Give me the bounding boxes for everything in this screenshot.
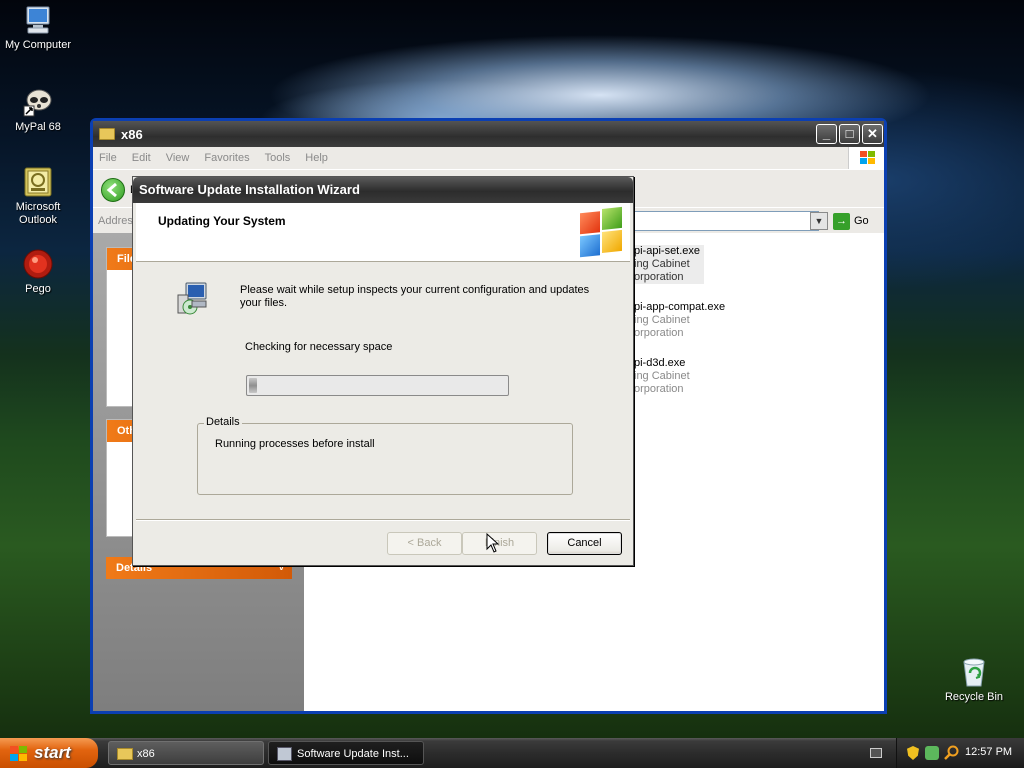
start-button[interactable]: start xyxy=(0,738,98,768)
search-icon[interactable] xyxy=(944,745,959,760)
file-type: ing Cabinet xyxy=(634,258,690,270)
minimize-button[interactable]: _ xyxy=(816,124,837,144)
address-field[interactable] xyxy=(633,211,819,231)
desktop-icon-label: Recycle Bin xyxy=(944,691,1004,703)
address-dropdown-button[interactable]: ▼ xyxy=(810,212,828,230)
file-type: ing Cabinet xyxy=(634,370,690,382)
go-arrow-icon: → xyxy=(833,212,850,230)
keyboard-icon[interactable] xyxy=(870,748,882,758)
folder-icon xyxy=(99,128,115,140)
pego-icon xyxy=(22,248,54,280)
installation-wizard-dialog: Software Update Installation Wizard Upda… xyxy=(132,176,634,566)
go-label: Go xyxy=(854,215,869,227)
file-name: pi-api-set.exe xyxy=(634,245,701,257)
desktop-icon-recycle-bin[interactable]: Recycle Bin xyxy=(936,656,1012,704)
taskbar-item-wizard[interactable]: Software Update Inst... xyxy=(268,741,424,765)
address-label: Addres xyxy=(98,214,133,227)
folder-icon xyxy=(117,748,133,760)
back-wizard-button[interactable]: < Back xyxy=(387,532,462,555)
go-button[interactable]: → Go xyxy=(833,211,869,231)
windows-logo-icon xyxy=(580,206,624,258)
menu-help[interactable]: Help xyxy=(305,152,328,164)
menu-edit[interactable]: Edit xyxy=(132,152,151,164)
menu-view[interactable]: View xyxy=(166,152,190,164)
file-item[interactable]: pi-d3d.exe ing Cabinet orporation xyxy=(634,357,690,396)
progress-bar xyxy=(246,375,509,396)
wizard-message: Please wait while setup inspects your cu… xyxy=(240,284,590,309)
file-company: orporation xyxy=(634,383,684,395)
taskbar-item-x86[interactable]: x86 xyxy=(108,741,264,765)
setup-icon xyxy=(277,747,292,761)
file-type: ing Cabinet xyxy=(634,314,690,326)
wizard-status-text: Checking for necessary space xyxy=(245,341,393,353)
back-arrow-icon xyxy=(106,182,117,198)
menu-bar: File Edit View Favorites Tools Help xyxy=(93,147,884,169)
file-name: pi-app-compat.exe xyxy=(634,301,726,313)
mouse-cursor-icon xyxy=(486,532,500,553)
desktop-icon-outlook[interactable]: Microsoft Outlook xyxy=(0,166,76,227)
clock: 12:57 PM xyxy=(965,746,1013,758)
desktop-icon-label: MyPal 68 xyxy=(15,121,61,133)
taskbar-item-label: x86 xyxy=(137,748,155,760)
wizard-body: Please wait while setup inspects your cu… xyxy=(136,263,630,519)
network-icon[interactable] xyxy=(925,746,939,760)
outlook-icon xyxy=(22,166,54,198)
desktop-icon-pego[interactable]: Pego xyxy=(0,248,76,296)
start-label: start xyxy=(34,743,71,762)
wizard-header: Updating Your System xyxy=(136,203,630,262)
file-item[interactable]: pi-api-set.exe ing Cabinet orporation xyxy=(634,245,705,284)
taskbar: start x86 Software Update Inst... 12:57 … xyxy=(0,738,1024,768)
desktop: My Computer MyPal 68 Microsoft Outlook P… xyxy=(0,0,1024,738)
back-button[interactable] xyxy=(101,178,125,202)
mypal-icon xyxy=(22,86,54,118)
recycle-bin-icon xyxy=(958,656,990,688)
cancel-button[interactable]: Cancel xyxy=(547,532,622,555)
desktop-icon-my-computer[interactable]: My Computer xyxy=(0,4,76,52)
menu-file[interactable]: File xyxy=(99,152,117,164)
maximize-button[interactable]: □ xyxy=(839,124,860,144)
file-item[interactable]: pi-app-compat.exe ing Cabinet orporation xyxy=(634,301,725,340)
explorer-title: x86 xyxy=(121,126,143,142)
wizard-title: Software Update Installation Wizard xyxy=(139,182,360,197)
setup-computer-icon xyxy=(174,281,210,317)
details-label: Details xyxy=(204,416,242,428)
desktop-icon-label: My Computer xyxy=(4,39,72,51)
file-company: orporation xyxy=(634,271,684,283)
progress-fill xyxy=(249,378,257,393)
file-company: orporation xyxy=(634,327,684,339)
explorer-titlebar[interactable]: x86 _ □ ✕ xyxy=(93,121,884,147)
windows-flag-icon xyxy=(848,147,884,169)
close-button[interactable]: ✕ xyxy=(862,124,883,144)
desktop-icon-label: Pego xyxy=(25,283,51,295)
desktop-icon-mypal[interactable]: MyPal 68 xyxy=(0,86,76,134)
system-tray: 12:57 PM xyxy=(896,738,1024,768)
menu-tools[interactable]: Tools xyxy=(265,152,291,164)
computer-icon xyxy=(22,4,54,36)
wizard-header-title: Updating Your System xyxy=(158,214,286,228)
desktop-icon-label: Microsoft Outlook xyxy=(15,201,61,226)
taskbar-item-label: Software Update Inst... xyxy=(297,748,409,760)
details-text: Running processes before install xyxy=(215,438,375,450)
security-shield-icon[interactable] xyxy=(907,746,919,760)
wizard-titlebar[interactable]: Software Update Installation Wizard xyxy=(133,177,633,203)
wizard-separator xyxy=(136,519,630,521)
menu-favorites[interactable]: Favorites xyxy=(204,152,249,164)
file-name: pi-d3d.exe xyxy=(634,357,686,369)
details-groupbox: Details Running processes before install xyxy=(197,416,573,495)
windows-flag-icon xyxy=(10,746,28,761)
